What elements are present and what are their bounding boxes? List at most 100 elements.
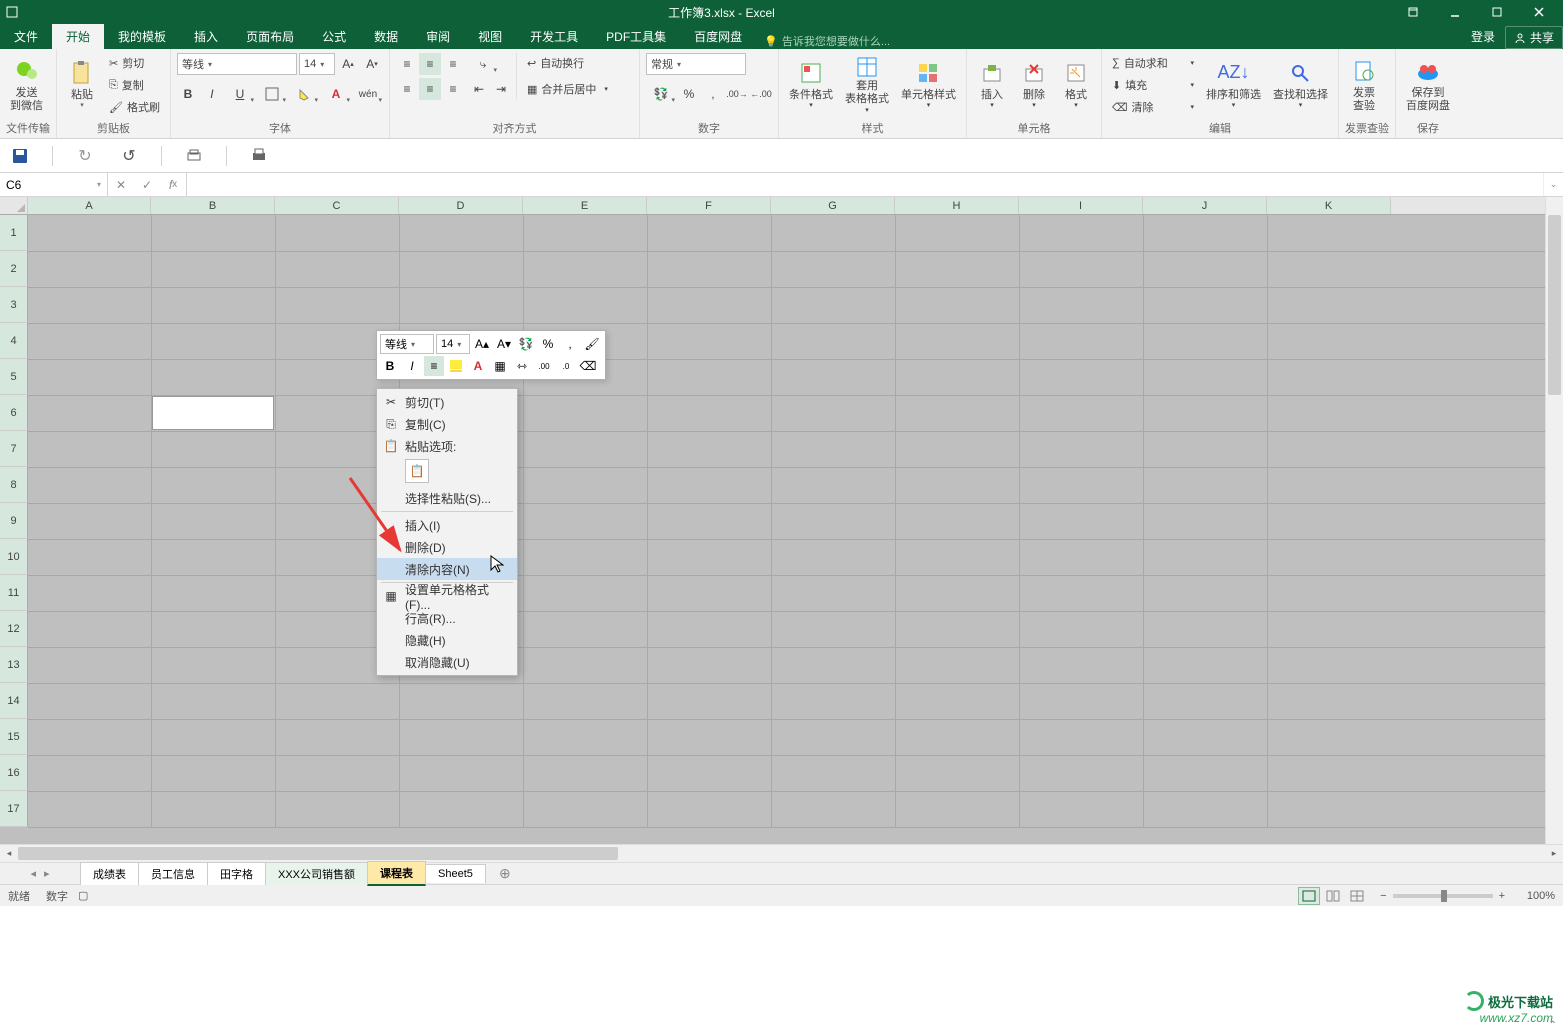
row-header[interactable]: 11: [0, 575, 28, 611]
column-header[interactable]: H: [895, 197, 1019, 214]
row-header[interactable]: 17: [0, 791, 28, 827]
tell-me-search[interactable]: 💡 告诉我您想要做什么...: [764, 33, 890, 49]
align-top-button[interactable]: ≡: [396, 53, 418, 75]
font-name-combo[interactable]: 等线▾: [177, 53, 297, 75]
cell-styles-button[interactable]: 单元格样式▾: [897, 53, 960, 117]
tab-mytemplates[interactable]: 我的模板: [104, 24, 180, 49]
mini-accounting-button[interactable]: 💱: [516, 334, 536, 354]
paste-default-button[interactable]: 📋: [405, 459, 429, 483]
tab-insert[interactable]: 插入: [180, 24, 232, 49]
insert-cells-button[interactable]: 插入▾: [973, 53, 1011, 117]
context-hide[interactable]: 隐藏(H): [377, 629, 517, 651]
column-header[interactable]: B: [151, 197, 275, 214]
tab-home[interactable]: 开始: [52, 24, 104, 49]
tab-pagelayout[interactable]: 页面布局: [232, 24, 308, 49]
zoom-level[interactable]: 100%: [1511, 890, 1555, 902]
row-header[interactable]: 10: [0, 539, 28, 575]
underline-button[interactable]: U▾: [225, 83, 255, 105]
page-layout-view-button[interactable]: [1322, 887, 1344, 905]
mini-font-combo[interactable]: 等线▾: [380, 334, 434, 354]
column-header[interactable]: G: [771, 197, 895, 214]
window-close-button[interactable]: [1519, 1, 1559, 23]
border-button[interactable]: ▾: [257, 83, 287, 105]
row-header[interactable]: 16: [0, 755, 28, 791]
context-unhide[interactable]: 取消隐藏(U): [377, 651, 517, 673]
print-preview-button[interactable]: [182, 144, 206, 168]
mini-clear-button[interactable]: ⌫: [578, 356, 598, 376]
zoom-slider[interactable]: [1393, 894, 1493, 898]
mini-format-painter-button[interactable]: 🖌: [582, 334, 602, 354]
italic-button[interactable]: I: [201, 83, 223, 105]
bold-button[interactable]: B: [177, 83, 199, 105]
row-header[interactable]: 12: [0, 611, 28, 647]
sort-filter-button[interactable]: AZ↓排序和筛选▾: [1202, 53, 1265, 117]
mini-merge-button[interactable]: ⇿: [512, 356, 532, 376]
format-cells-button[interactable]: 格式▾: [1057, 53, 1095, 117]
page-break-view-button[interactable]: [1346, 887, 1368, 905]
tab-pdftools[interactable]: PDF工具集: [592, 24, 680, 49]
vertical-scrollbar[interactable]: [1545, 197, 1563, 844]
macro-record-icon[interactable]: ▢: [78, 889, 88, 902]
sheet-tab[interactable]: 田字格: [207, 862, 266, 885]
row-header[interactable]: 4: [0, 323, 28, 359]
zoom-out-button[interactable]: −: [1380, 890, 1386, 902]
column-header[interactable]: I: [1019, 197, 1143, 214]
orientation-button[interactable]: ⤷▾: [468, 53, 498, 75]
invoice-check-button[interactable]: 发票 查验: [1345, 53, 1383, 117]
paste-button[interactable]: 粘贴 ▾: [63, 53, 101, 117]
conditional-format-button[interactable]: 条件格式▾: [785, 53, 837, 117]
increase-indent-button[interactable]: ⇥: [490, 78, 512, 100]
send-to-wechat-button[interactable]: 发送 到微信: [6, 53, 47, 117]
mini-italic-button[interactable]: I: [402, 356, 422, 376]
font-color-button[interactable]: A▾: [321, 83, 351, 105]
row-header[interactable]: 15: [0, 719, 28, 755]
file-tab[interactable]: 文件: [0, 24, 52, 49]
select-all-button[interactable]: [0, 197, 28, 214]
context-clear-contents[interactable]: 清除内容(N): [377, 558, 517, 580]
percent-button[interactable]: %: [678, 83, 700, 105]
mini-decrease-font-button[interactable]: A▾: [494, 334, 514, 354]
sheet-tab[interactable]: 员工信息: [138, 862, 208, 885]
share-button[interactable]: 共享: [1505, 26, 1563, 49]
normal-view-button[interactable]: [1298, 887, 1320, 905]
tab-formulas[interactable]: 公式: [308, 24, 360, 49]
merge-center-button[interactable]: ▦合并后居中▾: [523, 79, 633, 99]
sheet-tab[interactable]: Sheet5: [425, 864, 486, 883]
fill-button[interactable]: ⬇填充▾: [1108, 75, 1198, 95]
formula-input[interactable]: [187, 173, 1543, 196]
mini-fill-color-button[interactable]: [446, 356, 466, 376]
tab-data[interactable]: 数据: [360, 24, 412, 49]
enter-formula-button[interactable]: ✓: [134, 178, 160, 192]
tab-view[interactable]: 视图: [464, 24, 516, 49]
sign-in-link[interactable]: 登录: [1461, 24, 1505, 49]
copy-button[interactable]: ⎘复制: [105, 75, 164, 95]
decrease-font-button[interactable]: A▾: [361, 53, 383, 75]
mini-increase-decimal-button[interactable]: .00: [534, 356, 554, 376]
align-center-button[interactable]: ≡: [419, 78, 441, 100]
sheet-tab[interactable]: XXX公司销售额: [265, 862, 368, 885]
mini-comma-button[interactable]: ,: [560, 334, 580, 354]
row-header[interactable]: 14: [0, 683, 28, 719]
insert-function-button[interactable]: fx: [160, 178, 186, 192]
phonetic-button[interactable]: wén▾: [353, 83, 383, 105]
format-painter-button[interactable]: 🖌格式刷: [105, 97, 164, 117]
undo-button[interactable]: ↺: [117, 144, 141, 168]
autosum-button[interactable]: ∑自动求和▾: [1108, 53, 1198, 73]
redo-button[interactable]: ↻: [73, 144, 97, 168]
column-header[interactable]: F: [647, 197, 771, 214]
sheet-tab-active[interactable]: 课程表: [367, 861, 426, 886]
align-bottom-button[interactable]: ≡: [442, 53, 464, 75]
expand-formula-bar-button[interactable]: ⌄: [1543, 173, 1563, 196]
wrap-text-button[interactable]: ↩自动换行: [523, 53, 613, 73]
mini-bold-button[interactable]: B: [380, 356, 400, 376]
mini-border-button[interactable]: ▦: [490, 356, 510, 376]
column-header[interactable]: E: [523, 197, 647, 214]
mini-increase-font-button[interactable]: A▴: [472, 334, 492, 354]
find-select-button[interactable]: 查找和选择▾: [1269, 53, 1332, 117]
font-size-combo[interactable]: 14▾: [299, 53, 335, 75]
row-header[interactable]: 9: [0, 503, 28, 539]
decrease-decimal-button[interactable]: ←.00: [750, 83, 772, 105]
row-header[interactable]: 6: [0, 395, 28, 431]
align-left-button[interactable]: ≡: [396, 78, 418, 100]
fill-color-button[interactable]: ▾: [289, 83, 319, 105]
